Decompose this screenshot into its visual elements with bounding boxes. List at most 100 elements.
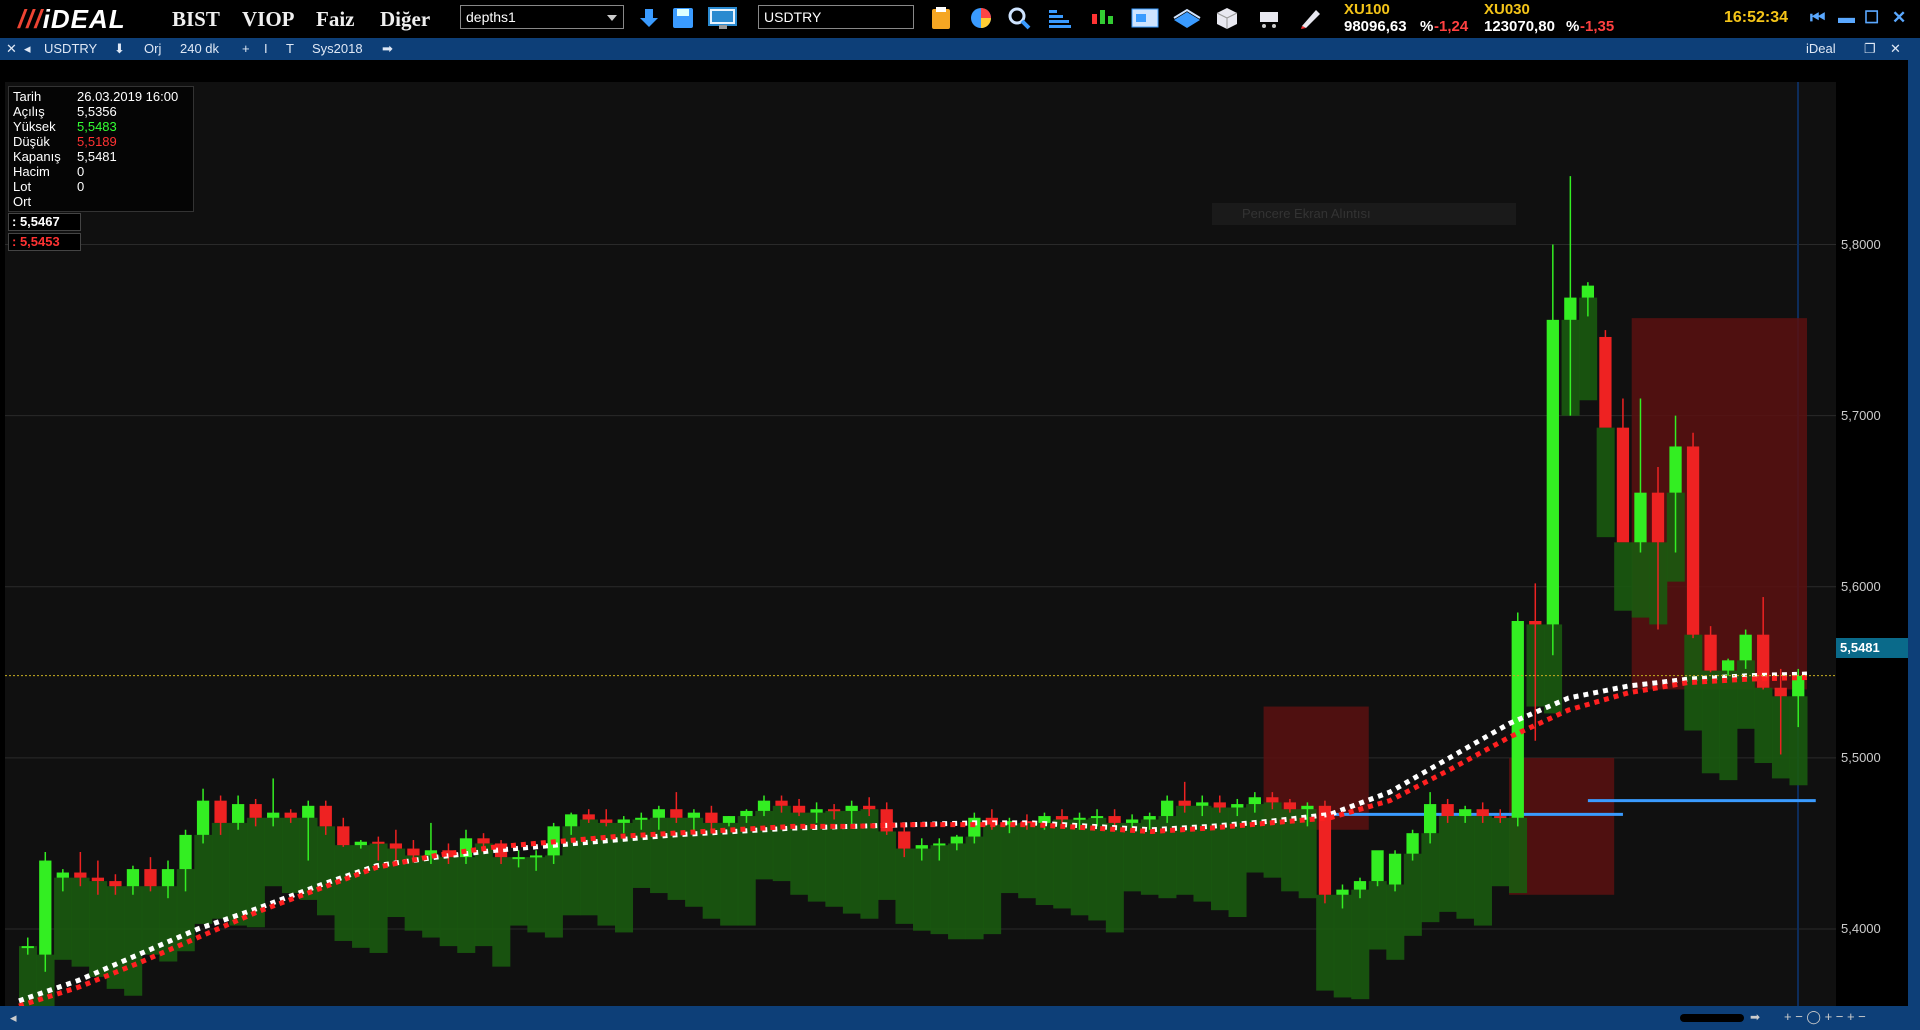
info-value: 0 [77,164,85,179]
close-icon[interactable]: ✕ [1892,8,1906,28]
candle-body [1564,297,1577,320]
list-icon[interactable] [1046,6,1072,30]
menu-diger[interactable]: Diğer [380,7,430,32]
volume-shadow [457,857,476,953]
layout-select[interactable]: depths1 [460,5,624,29]
volume-shadow [1421,833,1440,923]
volume-shadow [439,857,458,947]
scroll-right-icon[interactable]: ➡ [1750,1010,1760,1024]
chart-close-icon[interactable]: ✕ [1890,41,1901,57]
orj-button[interactable]: Orj [144,41,161,56]
add-icon[interactable]: + [242,41,250,56]
volume-shadow [71,877,90,967]
volume-shadow [1105,822,1124,933]
info-value: 5,5189 [77,134,117,149]
system-button[interactable]: Sys2018 [312,41,363,56]
candle-body [477,838,490,844]
chart-area[interactable] [5,82,1836,1006]
info-label: Lot [13,179,32,194]
book-icon[interactable] [1172,6,1201,30]
xu030-name[interactable]: XU030 [1484,1,1530,18]
download-icon[interactable] [636,6,662,30]
candle-body [1634,492,1647,543]
candle-body [267,812,280,818]
candle-body [231,804,245,823]
volume-shadow [1035,822,1054,906]
pie-chart-icon[interactable] [968,6,994,30]
volume-shadow [1316,894,1335,991]
window-icon[interactable] [1130,6,1159,30]
price-tick-label: 5,8000 [1841,236,1881,252]
menu-viop[interactable]: VIOP [242,7,295,32]
price-tick-label: 5,7000 [1841,407,1881,423]
candle-body [1599,336,1612,428]
period-button[interactable]: 240 dk [180,41,219,56]
candle-body [670,809,683,818]
volume-shadow [1333,894,1352,998]
candle-body [1459,809,1472,817]
candle-body [126,869,140,887]
candle-body [565,814,578,827]
scroll-thumb[interactable] [1680,1014,1744,1022]
candle-body [91,877,105,882]
right-scroll-strip[interactable] [1908,60,1920,1006]
volume-shadow [965,836,984,940]
info-label: Kapanış [13,149,61,164]
candle-body [775,800,788,806]
forward-arrow-icon[interactable]: ➡ [382,41,393,57]
candle-body [845,805,858,811]
cursor-icon[interactable]: I [264,41,268,56]
back-icon[interactable]: ⏮ [1810,8,1825,28]
volume-shadow [544,855,563,938]
brush-icon[interactable] [1298,6,1324,30]
save-icon[interactable] [670,6,696,30]
candles-icon[interactable] [1088,6,1114,30]
candle-body [1266,797,1279,803]
restore-icon[interactable]: ❐ [1864,41,1876,57]
cube-icon[interactable] [1214,6,1240,30]
candle-body [933,843,946,846]
candle-body [705,812,718,823]
volume-shadow [317,826,336,916]
download-arrow-icon[interactable]: ⬇ [114,41,125,57]
candle-body [1178,800,1191,806]
clock: 16:52:34 [1724,9,1789,26]
last-price-label: 5,5481 [1836,638,1908,658]
search-icon[interactable] [1006,6,1032,30]
clipboard-icon[interactable] [928,6,954,30]
volume-shadow [1719,670,1738,781]
candle-body [337,826,350,846]
candle-body [1161,800,1174,817]
scroll-left-icon[interactable]: ◂ [10,1010,17,1026]
back-arrow-icon[interactable]: ◂ [24,41,31,57]
text-icon[interactable]: T [286,41,294,56]
volume-shadow [404,855,423,931]
volume-shadow [264,817,283,887]
candle-body [1529,621,1542,625]
menu-bist[interactable]: BIST [172,7,220,32]
zoom-controls-icon[interactable]: + − ◯ + − + − [1784,1009,1866,1025]
candlestick-chart[interactable] [5,82,1836,1006]
candle-body [1125,819,1139,823]
volume-shadow [720,822,739,926]
xu100-name[interactable]: XU100 [1344,1,1390,18]
volume-shadow [19,946,38,1006]
candle-body [1494,816,1507,819]
monitor-icon[interactable] [708,6,737,30]
minimize-icon[interactable]: ▬ [1838,8,1855,28]
symbol-input[interactable]: USDTRY [758,5,914,29]
candle-body [1196,802,1209,806]
volume-shadow [983,824,1002,935]
candle-body [810,809,823,813]
close-chart-icon[interactable]: ✕ [6,41,17,57]
volume-shadow [1000,824,1019,894]
menu-faiz[interactable]: Faiz [316,7,354,32]
candle-body [1774,687,1787,697]
chart-symbol[interactable]: USDTRY [44,41,97,56]
volume-shadow [877,831,896,900]
candle-body [582,814,595,820]
bottom-scrollbar[interactable]: ◂ ➡ + − ◯ + − + − [0,1006,1920,1030]
cart-icon[interactable] [1256,6,1282,30]
price-axis[interactable] [1836,82,1908,1006]
maximize-icon[interactable]: ☐ [1864,8,1879,28]
